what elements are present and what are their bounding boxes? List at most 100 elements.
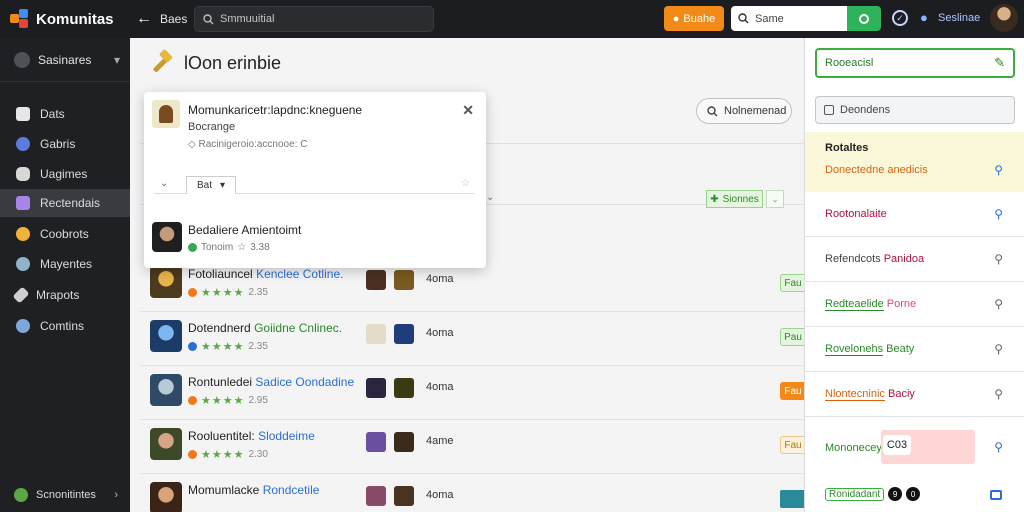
sidebar-item-comtins[interactable]: Comtins [0,312,130,340]
sidebar-footer[interactable]: Scnonitintes › [0,478,130,512]
game-thumbnail[interactable] [394,486,414,506]
name-input[interactable]: Rooeacisl ✎ [815,48,1015,78]
breadcrumb[interactable]: Baes [160,12,188,26]
table-row[interactable]: Momumlacke Rondcetile 4oma [140,474,806,512]
sidebar-item-uagimes[interactable]: Uagimes [0,160,130,188]
lightbulb-icon[interactable]: ● [920,10,928,25]
row-title[interactable]: Rooluentitel: Sloddeime [188,429,315,443]
pin-icon[interactable]: ⚲ [994,440,1003,454]
sidebar-item-mrapots[interactable]: Mrapots [0,281,130,309]
hammer-icon [150,48,174,74]
dropdown-toggle[interactable]: ⌄ [766,190,784,208]
popup-tabs: ⌄ Bat ▾ ☆ [154,176,474,194]
row-title[interactable]: Dotendnerd Goiidne Cnlinec. [188,321,342,335]
game-thumbnail[interactable] [366,486,386,506]
table-row[interactable]: Rontunledei Sadice Oondadine ★★★★ 2.95 4o… [140,366,806,420]
name-field-value: Same [755,12,784,25]
game-thumbnail[interactable] [366,270,386,290]
row-tag[interactable]: Fau [780,382,806,400]
panel-item[interactable]: Nlontecninic Baciy ⚲ [805,372,1024,417]
sidebar-item-label: Uagimes [40,167,88,181]
go-button[interactable] [847,6,881,31]
orange-action-button[interactable]: ● Buahe [664,6,724,31]
top-search-input[interactable]: Smmuuitial [194,6,434,32]
sidebar-item-gabris[interactable]: Gabris [0,130,130,158]
user-name[interactable]: Seslinae [938,12,980,24]
sidebar-item-mayentes[interactable]: Mayentes [0,250,130,278]
panel-item[interactable]: Rootonalaite ⚲ [805,192,1024,237]
panel-item-label: Refendcots Panidoa [825,253,925,265]
search-icon [738,13,749,24]
badge-icon [188,288,197,297]
pencil-icon[interactable]: ✎ [994,55,1005,71]
filter-button[interactable]: Nolnemenad [696,98,792,124]
game-thumbnail[interactable] [394,378,414,398]
chevron-down-icon[interactable]: ⌄ [160,178,168,189]
pin-icon[interactable]: ⚲ [994,342,1003,356]
user-icon: ● [672,12,680,25]
back-arrow-icon[interactable]: ← [136,10,154,28]
row-title[interactable]: Fotoliauncel Kenclee Cotline. [188,267,343,281]
count-badge: 9 [888,487,903,501]
pin-icon[interactable]: ⚲ [994,297,1003,311]
row-tag[interactable]: Fau [780,436,806,454]
row-game: 4oma [426,273,454,285]
close-icon[interactable]: ✕ [462,102,474,119]
row-tag[interactable]: Fau [780,274,806,292]
popup-subtitle: Bocrange [188,121,236,133]
game-thumbnail[interactable] [366,378,386,398]
pin-icon[interactable]: ⚲ [994,163,1003,177]
game-thumbnail[interactable] [394,324,414,344]
sidebar: Sasinares ▾ Dats Gabris Uagimes Rectenda… [0,38,136,512]
pin-icon[interactable]: ⚲ [994,207,1003,221]
chevron-down-icon: ▾ [219,180,226,191]
panel-footer-item[interactable]: Ronidadant 9 0 [825,487,921,501]
pin-icon[interactable]: ⚲ [994,252,1003,266]
globe-icon [16,137,30,151]
panel-item[interactable]: Mononecey C03 ⚲ [805,426,1024,474]
avatar [152,222,182,252]
row-title[interactable]: Rontunledei Sadice Oondadine [188,375,354,389]
row-game: 4oma [426,489,454,501]
sidebar-item-label: Mayentes [40,257,93,271]
check-circle-icon[interactable]: ✓ [892,10,908,26]
panel-item[interactable]: Donectedne anedicis ⚲ [805,152,1024,192]
panel-item[interactable]: Refendcots Panidoa ⚲ [805,237,1024,282]
panel-item[interactable]: Rovelonehs Beaty ⚲ [805,327,1024,372]
top-bar: Komunitas ← Baes Smmuuitial ● Buahe Same… [0,0,1024,38]
row-meta: ★★★★ 2.35 [188,286,268,299]
panel-search[interactable]: Deondens [815,96,1015,124]
sidebar-item-coobrots[interactable]: Coobrots [0,220,130,248]
name-field[interactable]: Same [731,6,847,31]
orange-button-label: Buahe [683,12,716,25]
status-badge[interactable]: ✚ Sionnes [706,190,763,208]
game-thumbnail[interactable] [394,270,414,290]
highlight-badge[interactable]: C03 [881,430,975,464]
brand[interactable]: Komunitas [0,9,130,29]
account-switcher[interactable]: Sasinares ▾ [0,38,130,82]
row-title[interactable]: Momumlacke Rondcetile [188,483,319,497]
row-tag[interactable]: Pau [780,328,806,346]
plus-icon: ✚ [710,193,719,205]
game-thumbnail[interactable] [366,432,386,452]
tab-select[interactable]: Bat ▾ [186,176,236,194]
row-tag[interactable] [780,490,806,508]
panel-item[interactable]: Redteaelide Porne ⚲ [805,282,1024,327]
table-row[interactable]: Dotendnerd Goiidne Cnlinec. ★★★★ 2.35 4om… [140,312,806,366]
circle-icon [859,13,869,24]
panel-item-label: Nlontecninic Baciy [825,388,915,401]
star-icon[interactable]: ☆ [461,178,470,189]
row-game: 4oma [426,381,454,393]
pin-icon[interactable]: ⚲ [994,387,1003,401]
avatar[interactable] [990,4,1018,32]
sidebar-item-dats[interactable]: Dats [0,100,130,128]
window-icon[interactable] [990,490,1002,500]
sidebar-item-rectendais[interactable]: Rectendais [0,189,136,217]
game-thumbnail[interactable] [394,432,414,452]
game-thumbnail[interactable] [366,324,386,344]
account-icon [14,51,30,68]
chevron-down-icon[interactable]: ⌄ [486,192,494,203]
popup-user-name[interactable]: Bedaliere Amientoimt [188,223,301,237]
table-row[interactable]: Rooluentitel: Sloddeime ★★★★ 2.30 4ame Fa… [140,420,806,474]
star-rating-icon: ★★★★ [201,395,245,407]
